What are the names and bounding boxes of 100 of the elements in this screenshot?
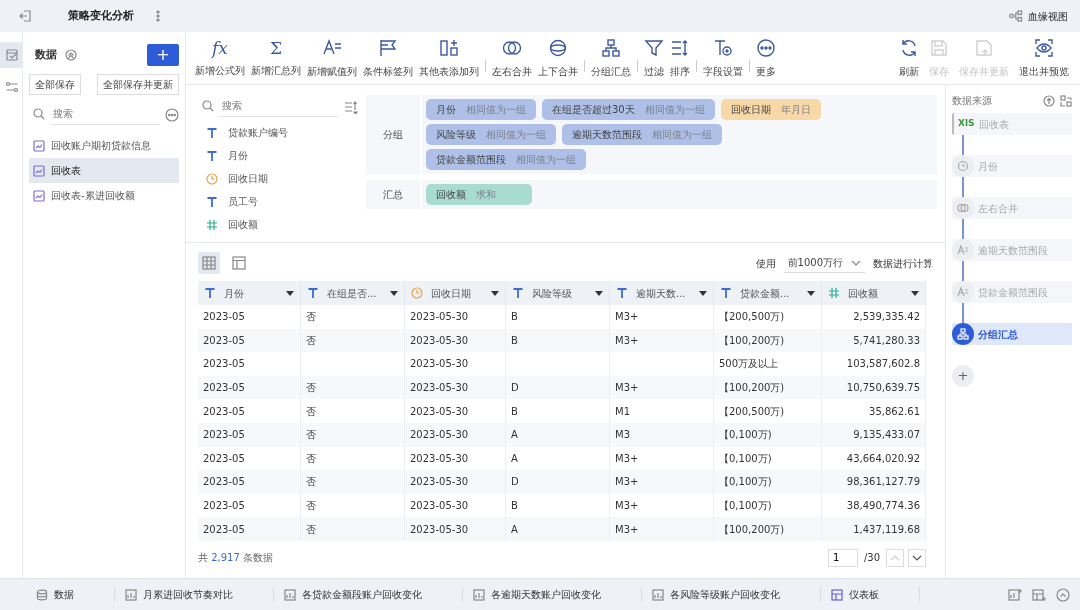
toolbar-button[interactable]: 分组汇总	[588, 37, 634, 79]
sliders-icon	[4, 80, 19, 94]
dropdown-icon	[595, 290, 603, 296]
save-button[interactable]: 全部保存	[29, 74, 81, 95]
toolbar-button[interactable]: Σ 新增汇总列	[248, 38, 304, 78]
add-button[interactable]: +	[147, 44, 179, 66]
add-step-button[interactable]: +	[952, 365, 974, 387]
dropdown-icon	[390, 290, 398, 296]
table-cell-text: 2023-05	[203, 357, 245, 372]
refresh-icon	[899, 37, 919, 58]
save-button[interactable]: 全部保存并更新	[97, 74, 179, 95]
sheet-tab[interactable]: 各风险等级账户回收变化	[642, 587, 821, 602]
search-field[interactable]: 搜索	[51, 103, 160, 125]
lineage-view-button[interactable]: 血缘视图	[1009, 8, 1068, 24]
search-field[interactable]: 搜索	[220, 95, 339, 117]
column-header[interactable]: 月份	[198, 281, 301, 305]
field-item[interactable]: 回收日期	[198, 167, 358, 190]
sheet-tab[interactable]: 数据	[36, 587, 115, 602]
field-item[interactable]: 回收额	[198, 213, 358, 236]
table-cell-text: 2023-05-30	[410, 381, 469, 396]
table-cell-text: 2023-05	[203, 499, 245, 514]
group-field-chip[interactable]: 在组是否超过30天 相同值为一组	[542, 99, 715, 120]
group-field-chip[interactable]: 逾期天数范围段 相同值为一组	[562, 124, 722, 145]
dataset-item[interactable]: 回收账户期初贷款信息	[29, 133, 179, 158]
column-header[interactable]: 逾期天数...	[610, 281, 714, 305]
sheet-tab[interactable]: 仪表板	[821, 587, 920, 602]
toolbar-button[interactable]: 字段设置	[700, 37, 746, 79]
sheet-tab[interactable]: 月累进回收节奏对比	[115, 587, 274, 602]
bar-chart-icon	[125, 588, 137, 601]
table-cell-text: 否	[306, 404, 316, 419]
more-button[interactable]	[165, 106, 179, 122]
clock-icon	[411, 287, 423, 299]
window-title: 策略变化分析	[68, 7, 134, 24]
toolbar-button[interactable]: 更多	[753, 37, 779, 79]
row-limit-select[interactable]: 前1000万行	[783, 253, 865, 273]
column-header[interactable]: 贷款金额...	[714, 281, 822, 305]
toolbar-button[interactable]: 其他表添加列	[416, 37, 482, 79]
text-type-icon	[206, 149, 218, 162]
toolbar-button[interactable]: 刷新	[894, 37, 924, 79]
next-page-button[interactable]	[908, 548, 926, 567]
dataset-item[interactable]: 回收表-累进回收额	[29, 183, 179, 208]
table-cell-text: 2023-05	[203, 451, 245, 466]
group-field-chip[interactable]: 贷款金额范围段 相同值为一组	[426, 149, 586, 170]
bar-chart-icon	[652, 588, 664, 601]
collapse-button[interactable]	[1056, 587, 1070, 602]
page-input[interactable]: 1	[827, 548, 858, 567]
column-header[interactable]: 风险等级	[506, 281, 610, 305]
field-item[interactable]: 贷款账户编号	[198, 121, 358, 144]
group-field-chip[interactable]: 风险等级 相同值为一组	[426, 124, 556, 145]
toolbar-button[interactable]: 排序	[667, 37, 693, 79]
toolbar-button[interactable]: 左右合并	[489, 37, 535, 79]
table-cell-text: 【100,200万)	[719, 333, 785, 348]
dataset-item[interactable]: 回收表	[29, 158, 179, 183]
table-cell-text: 【200,500万)	[719, 310, 785, 325]
column-header[interactable]: 回收额	[822, 281, 926, 305]
table-cell-text: 2023-05-30	[410, 499, 469, 514]
table-cell-text: 2023-05-30	[410, 451, 469, 466]
toolbar-button[interactable]: 条件标签列	[360, 37, 416, 79]
toolbar-button[interactable]: 过滤	[641, 37, 667, 79]
add-chart-button[interactable]	[1008, 587, 1022, 602]
group-field-chip[interactable]: 月份 相同值为一组	[426, 99, 536, 120]
exit-icon	[18, 9, 32, 23]
table-cell-text: A	[511, 428, 518, 443]
flow-step[interactable]: 分组汇总	[952, 323, 1072, 345]
table-cell-text: 【100,200万)	[719, 522, 785, 537]
sheet-tab[interactable]: 各逾期天数账户回收变化	[463, 587, 642, 602]
table-cell-text: 【100,200万)	[719, 381, 785, 396]
column-header[interactable]: 在组是否...	[301, 281, 405, 305]
summary-field-chip[interactable]: 回收额 求和	[426, 184, 532, 205]
group-field-chip[interactable]: 回收日期 年月日	[720, 99, 821, 120]
text-type-icon	[512, 287, 524, 299]
table-cell-text: 【0,100万)	[719, 451, 772, 466]
toolbar-button[interactable]: 退出并预览	[1014, 37, 1074, 79]
more-icon	[165, 107, 179, 122]
text-icon	[956, 243, 970, 257]
table-cell-text: M3	[615, 428, 630, 443]
toolbar-button[interactable]: fx 新增公式列	[192, 38, 248, 78]
sheet-tab[interactable]: 各贷款金额段账户回收变化	[274, 587, 463, 602]
table-cell-text: D	[511, 475, 519, 490]
chevron-down-icon	[912, 554, 922, 561]
hierarchy-icon	[601, 37, 621, 58]
save-icon	[929, 37, 949, 58]
toolbar-button[interactable]: 新增赋值列	[304, 37, 360, 79]
table-cell-text: 否	[306, 310, 316, 325]
filter-icon	[644, 37, 664, 58]
sort-icon	[344, 99, 358, 114]
field-item[interactable]: 月份	[198, 144, 358, 167]
table-cell-text: A	[511, 451, 518, 466]
table-cell-text: 否	[306, 333, 316, 348]
table-cell-text: 10,750,639.75	[846, 381, 920, 396]
sidebar-tab[interactable]	[0, 42, 23, 68]
table-cell-text: 【0,100万)	[719, 428, 772, 443]
chart-icon	[33, 189, 45, 202]
add-dashboard-button[interactable]	[1032, 587, 1046, 602]
column-header[interactable]: 回收日期	[405, 281, 506, 305]
compute-label: 数据进行计算	[873, 256, 933, 271]
toolbar-button[interactable]: 上下合并	[535, 37, 581, 79]
field-item[interactable]: 员工号	[198, 190, 358, 213]
view-toggle[interactable]	[198, 252, 220, 274]
grid-icon	[202, 256, 216, 270]
